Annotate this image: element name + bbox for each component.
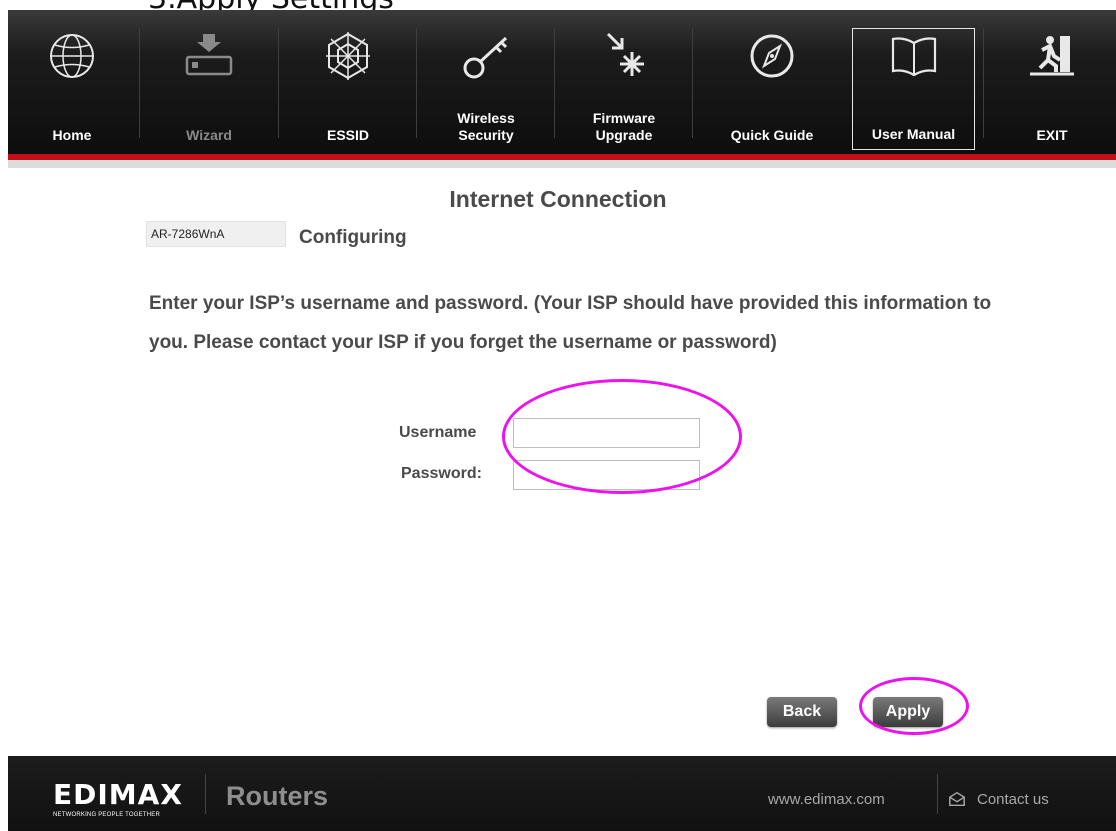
nav-wizard[interactable]: Wizard: [145, 10, 273, 154]
instructions-text: Enter your ISP’s username and password. …: [149, 293, 992, 353]
nav-quick-guide[interactable]: Quick Guide: [708, 10, 836, 154]
website-link[interactable]: www.edimax.com: [768, 791, 885, 808]
nav-label-firmware-upgrade: Firmware Upgrade: [592, 110, 656, 143]
nav-wireless-security[interactable]: Wireless Security: [422, 10, 550, 154]
footer-separator: [937, 774, 938, 814]
annotation-ellipse-fields: [502, 379, 742, 494]
footer-separator: [205, 774, 206, 814]
exit-icon: [1030, 36, 1074, 76]
nav-label-home: Home: [52, 127, 92, 143]
firmware-arrow-icon: [606, 32, 644, 76]
nav-label-wireless-security: Wireless Security: [457, 110, 515, 143]
nav-label-essid: ESSID: [326, 127, 369, 143]
back-button[interactable]: Back: [767, 697, 837, 727]
key-icon: [463, 36, 508, 79]
web-icon: [326, 32, 370, 80]
compass-icon: [750, 34, 794, 78]
nav-separator: [692, 28, 693, 138]
model-name-box: AR-7286WnA: [146, 221, 286, 247]
footer-bar: EDIMAX NETWORKING PEOPLE TOGETHER Router…: [8, 756, 1116, 831]
nav-label-wizard: Wizard: [186, 127, 232, 143]
edimax-tagline: NETWORKING PEOPLE TOGETHER: [53, 812, 160, 818]
router-download-icon: [185, 34, 233, 76]
book-icon: [891, 37, 936, 77]
nav-essid[interactable]: ESSID: [284, 10, 412, 154]
username-label: Username: [399, 424, 477, 441]
nav-home[interactable]: Home: [8, 10, 136, 154]
nav-separator: [554, 28, 555, 138]
contact-envelope-icon: [949, 791, 965, 807]
nav-separator: [139, 28, 140, 138]
nav-label-user-manual: User Manual: [871, 126, 956, 142]
nav-exit[interactable]: EXIT: [988, 10, 1116, 154]
nav-label-exit: EXIT: [1036, 127, 1068, 143]
product-label: Routers: [226, 781, 329, 811]
nav-firmware-upgrade[interactable]: Firmware Upgrade: [560, 10, 688, 154]
nav-separator: [278, 28, 279, 138]
nav-user-manual[interactable]: User Manual: [852, 28, 975, 150]
globe-icon: [50, 34, 94, 78]
status-text: Configuring: [299, 227, 407, 248]
password-label: Password:: [401, 465, 482, 482]
nav-label-quick-guide: Quick Guide: [730, 127, 814, 143]
edimax-logo: EDIMAX: [53, 778, 183, 811]
nav-separator: [416, 28, 417, 138]
top-nav-bar: Home Wizard ESSID Wireless Security Firm…: [8, 10, 1116, 154]
page-title: Internet Connection: [449, 186, 667, 212]
accent-grey-line: [8, 160, 1116, 168]
contact-us-link[interactable]: Contact us: [977, 791, 1049, 808]
nav-separator: [983, 28, 984, 138]
annotation-ellipse-apply: [859, 677, 969, 735]
